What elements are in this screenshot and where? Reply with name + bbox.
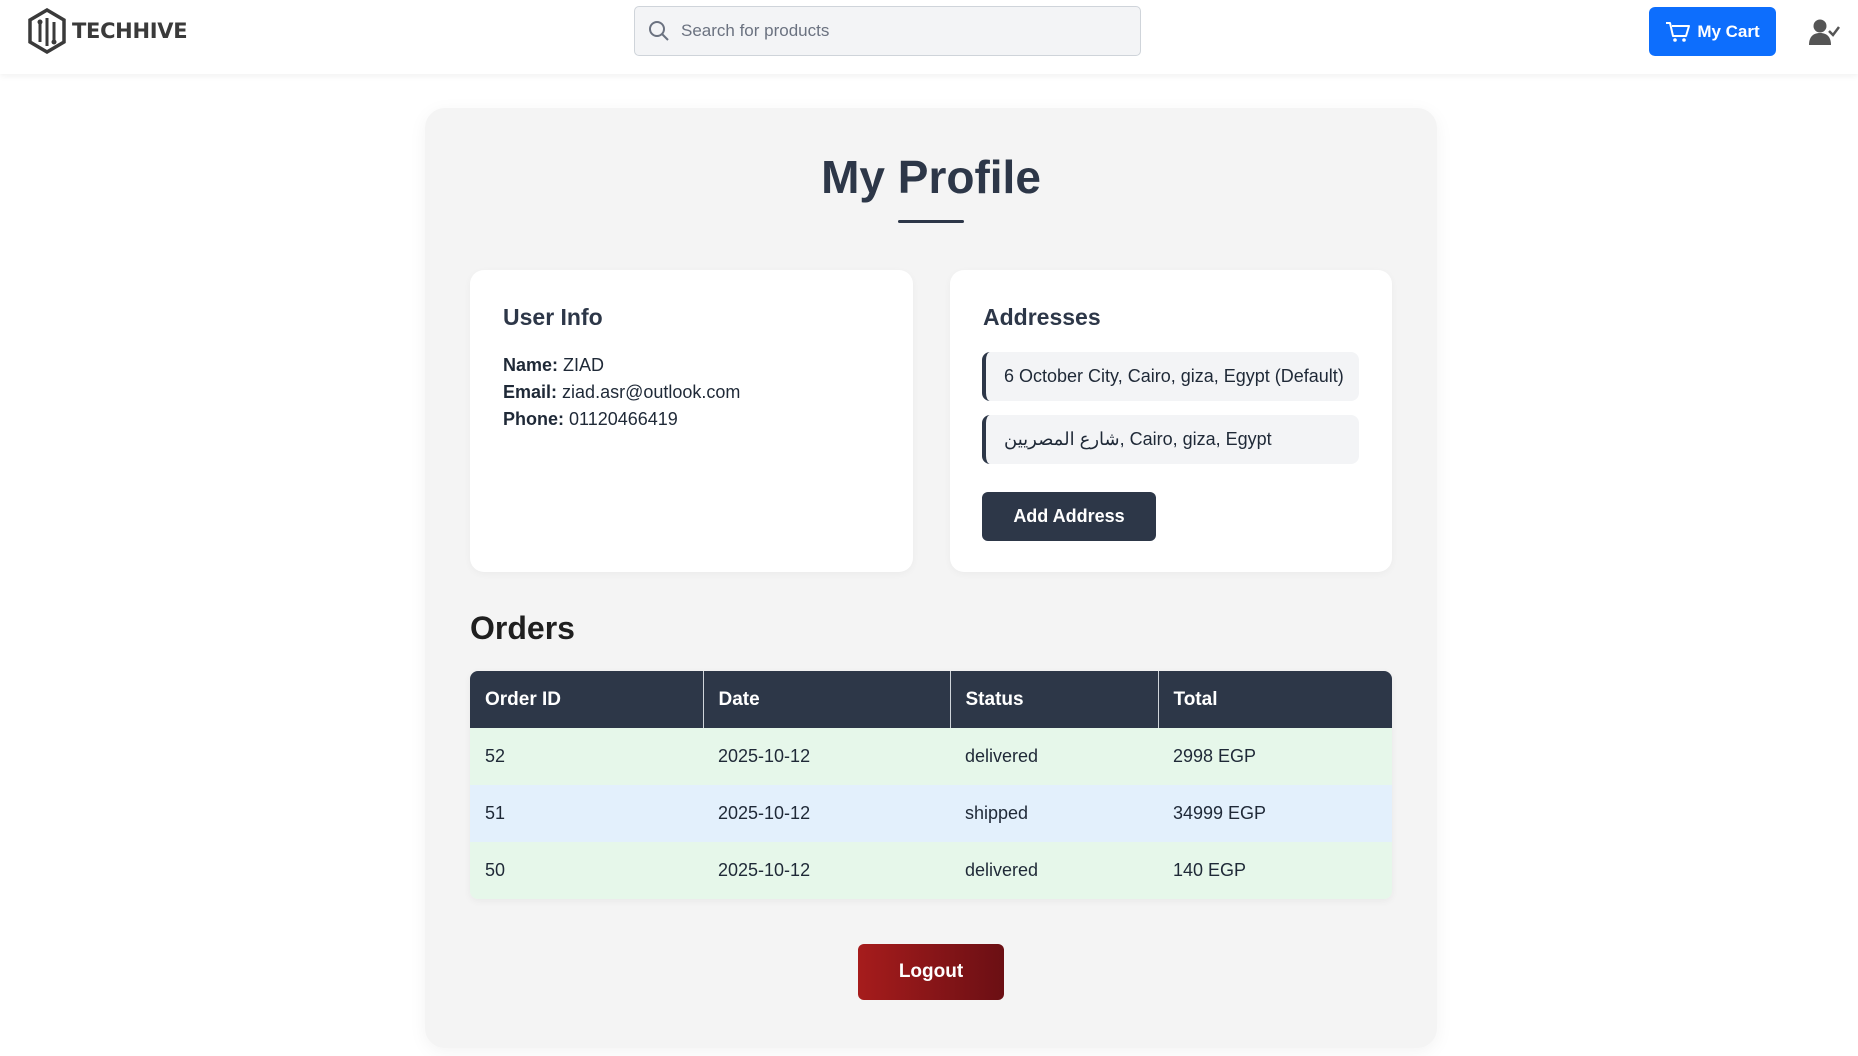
- order-status-cell: delivered: [950, 842, 1158, 899]
- email-label: Email:: [503, 382, 558, 402]
- column-header-status: Status: [950, 671, 1159, 728]
- column-header-total: Total: [1158, 671, 1392, 728]
- search-input[interactable]: [681, 21, 1121, 41]
- order-id-cell: 50: [470, 842, 703, 899]
- phone-label: Phone:: [503, 409, 564, 429]
- addresses-heading: Addresses: [983, 304, 1101, 330]
- cart-icon: [1666, 21, 1691, 42]
- hexagon-circuit-logo-icon: [28, 8, 66, 54]
- user-info-card: User Info Name: ZIAD Email: ziad.asr@out…: [470, 270, 913, 572]
- search-icon: [649, 21, 669, 41]
- table-row[interactable]: 50 2025-10-12 delivered 140 EGP: [470, 842, 1392, 899]
- page-title: My Profile: [821, 151, 1041, 203]
- phone-row: Phone: 01120466419: [503, 406, 740, 433]
- table-row[interactable]: 51 2025-10-12 shipped 34999 EGP: [470, 785, 1392, 842]
- order-id-cell: 51: [470, 785, 703, 842]
- addresses-card: Addresses 6 October City, Cairo, giza, E…: [950, 270, 1392, 572]
- add-address-button[interactable]: Add Address: [982, 492, 1156, 541]
- orders-heading: Orders: [470, 610, 575, 646]
- order-date-cell: 2025-10-12: [703, 842, 950, 899]
- my-cart-button[interactable]: My Cart: [1649, 7, 1776, 56]
- order-date-cell: 2025-10-12: [703, 728, 950, 785]
- profile-card: My Profile User Info Name: ZIAD Email: z…: [425, 108, 1437, 1048]
- order-status-cell: shipped: [950, 785, 1158, 842]
- order-id-cell: 52: [470, 728, 703, 785]
- title-underline: [898, 220, 964, 223]
- phone-value: 01120466419: [569, 409, 678, 429]
- name-row: Name: ZIAD: [503, 352, 740, 379]
- orders-table: Order ID Date Status Total 52 2025-10-12…: [470, 671, 1392, 899]
- user-info-details: Name: ZIAD Email: ziad.asr@outlook.com P…: [503, 352, 740, 433]
- column-header-order-id: Order ID: [470, 671, 704, 728]
- brand-name: TECHHIVE: [72, 19, 188, 43]
- table-row[interactable]: 52 2025-10-12 delivered 2998 EGP: [470, 728, 1392, 785]
- order-total-cell: 2998 EGP: [1158, 728, 1392, 785]
- email-row: Email: ziad.asr@outlook.com: [503, 379, 740, 406]
- order-date-cell: 2025-10-12: [703, 785, 950, 842]
- table-header-row: Order ID Date Status Total: [470, 671, 1392, 728]
- logout-button[interactable]: Logout: [858, 944, 1004, 1000]
- user-check-icon[interactable]: [1808, 18, 1840, 46]
- search-bar[interactable]: [634, 6, 1141, 56]
- cart-label: My Cart: [1697, 21, 1760, 41]
- order-status-cell: delivered: [950, 728, 1158, 785]
- name-label: Name:: [503, 355, 559, 375]
- order-total-cell: 140 EGP: [1158, 842, 1392, 899]
- email-value: ziad.asr@outlook.com: [562, 382, 741, 402]
- user-info-heading: User Info: [503, 304, 603, 330]
- address-item[interactable]: شارع المصريين, Cairo, giza, Egypt: [982, 415, 1359, 464]
- brand-logo[interactable]: TECHHIVE: [26, 8, 188, 54]
- order-total-cell: 34999 EGP: [1158, 785, 1392, 842]
- top-navbar: TECHHIVE My Cart: [0, 0, 1858, 74]
- address-item[interactable]: 6 October City, Cairo, giza, Egypt (Defa…: [982, 352, 1359, 401]
- name-value: ZIAD: [563, 355, 605, 375]
- column-header-date: Date: [703, 671, 951, 728]
